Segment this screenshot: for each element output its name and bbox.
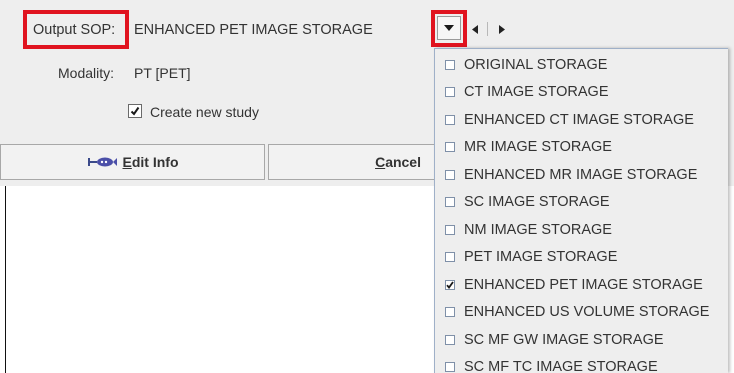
menu-item[interactable]: ORIGINAL STORAGE bbox=[435, 51, 729, 78]
menu-item-label: ENHANCED US VOLUME STORAGE bbox=[464, 304, 710, 320]
checkbox-icon bbox=[445, 142, 455, 152]
menu-item[interactable]: NM IMAGE STORAGE bbox=[435, 216, 729, 243]
menu-item[interactable]: MR IMAGE STORAGE bbox=[435, 134, 729, 161]
checkbox-icon bbox=[445, 362, 455, 372]
menu-item-label: SC MF GW IMAGE STORAGE bbox=[464, 331, 664, 348]
menu-item[interactable]: SC MF TC IMAGE STORAGE bbox=[435, 354, 729, 373]
checkbox-icon bbox=[445, 87, 455, 97]
edit-info-button[interactable]: Edit Info bbox=[0, 144, 265, 180]
menu-item-label: CT IMAGE STORAGE bbox=[464, 84, 609, 100]
menu-item-label: SC IMAGE STORAGE bbox=[464, 194, 610, 210]
output-sop-label: Output SOP: bbox=[33, 22, 116, 38]
chevron-left-icon bbox=[472, 24, 478, 34]
output-sop-value[interactable]: ENHANCED PET IMAGE STORAGE bbox=[134, 22, 373, 38]
create-new-study-label[interactable]: Create new study bbox=[150, 104, 259, 120]
checkbox-icon bbox=[445, 114, 455, 125]
menu-item-label: ORIGINAL STORAGE bbox=[464, 56, 608, 73]
checkbox-icon bbox=[445, 59, 455, 70]
menu-item[interactable]: ENHANCED US VOLUME STORAGE bbox=[435, 299, 729, 326]
menu-item-label: NM IMAGE STORAGE bbox=[464, 221, 612, 238]
checkmark-icon bbox=[130, 106, 140, 116]
checkbox-icon bbox=[445, 169, 455, 180]
screen: Output SOP: ENHANCED PET IMAGE STORAGE M… bbox=[0, 0, 734, 373]
checkbox-icon bbox=[445, 334, 455, 345]
previous-button[interactable] bbox=[469, 22, 481, 36]
menu-item[interactable]: SC MF GW IMAGE STORAGE bbox=[435, 326, 729, 353]
menu-item-label: ENHANCED MR IMAGE STORAGE bbox=[464, 166, 698, 183]
next-button[interactable] bbox=[496, 22, 508, 36]
modality-value: PT [PET] bbox=[134, 65, 191, 81]
menu-item[interactable]: PET IMAGE STORAGE bbox=[435, 244, 729, 271]
edit-info-icon bbox=[87, 155, 117, 169]
dropdown-button-highlight bbox=[431, 10, 467, 47]
nav-separator bbox=[487, 22, 488, 36]
checkbox-icon bbox=[445, 224, 455, 235]
checkbox-icon bbox=[445, 252, 455, 262]
menu-item-label: SC MF TC IMAGE STORAGE bbox=[464, 359, 658, 373]
menu-item[interactable]: ENHANCED CT IMAGE STORAGE bbox=[435, 106, 729, 133]
menu-item[interactable]: ENHANCED MR IMAGE STORAGE bbox=[435, 161, 729, 188]
cancel-label: Cancel bbox=[375, 154, 421, 170]
menu-item[interactable]: SC IMAGE STORAGE bbox=[435, 189, 729, 216]
edit-info-label: Edit Info bbox=[122, 154, 179, 170]
modality-label: Modality: bbox=[58, 65, 115, 81]
menu-item-label: ENHANCED PET IMAGE STORAGE bbox=[464, 276, 703, 293]
checkbox-icon bbox=[445, 197, 455, 207]
menu-item-label: ENHANCED CT IMAGE STORAGE bbox=[464, 111, 694, 128]
checkbox-icon bbox=[445, 307, 455, 317]
checked-box-icon bbox=[445, 279, 455, 290]
chevron-right-icon bbox=[499, 24, 505, 34]
left-border-line bbox=[5, 186, 6, 373]
cancel-button[interactable]: Cancel bbox=[268, 144, 438, 180]
menu-item-label: PET IMAGE STORAGE bbox=[464, 249, 618, 265]
menu-item[interactable]: CT IMAGE STORAGE bbox=[435, 79, 729, 106]
menu-item[interactable]: ENHANCED PET IMAGE STORAGE bbox=[435, 271, 729, 298]
create-new-study-checkbox[interactable] bbox=[128, 104, 142, 118]
menu-item-label: MR IMAGE STORAGE bbox=[464, 139, 612, 155]
output-sop-dropdown-menu: ORIGINAL STORAGE CT IMAGE STORAGE ENHANCED… bbox=[434, 48, 728, 373]
